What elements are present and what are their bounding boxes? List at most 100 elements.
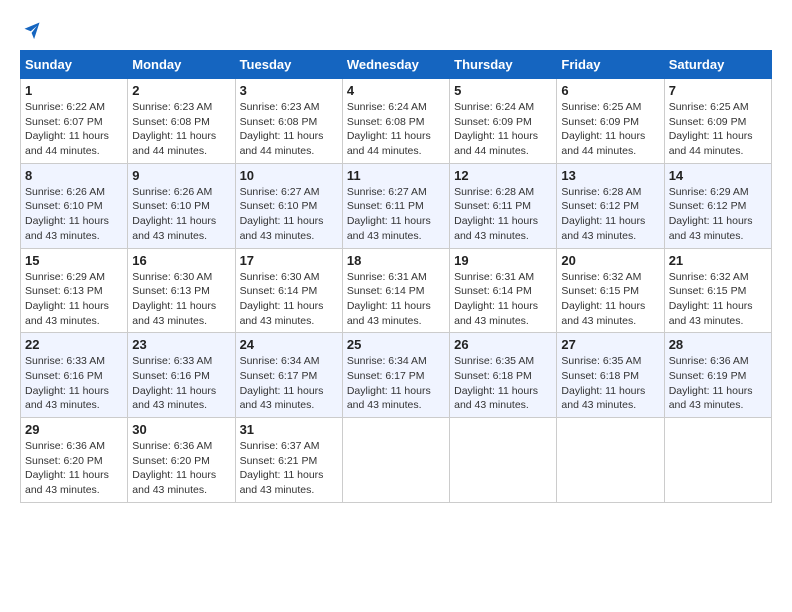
- daylight-label: Daylight: 11 hours and 43 minutes.: [669, 215, 753, 242]
- sunset-label: Sunset: 6:16 PM: [25, 370, 103, 382]
- day-number: 2: [132, 83, 230, 98]
- calendar-day-cell: 19 Sunrise: 6:31 AM Sunset: 6:14 PM Dayl…: [450, 248, 557, 333]
- day-info: Sunrise: 6:36 AM Sunset: 6:19 PM Dayligh…: [669, 354, 767, 413]
- day-number: 29: [25, 422, 123, 437]
- day-number: 27: [561, 337, 659, 352]
- daylight-label: Daylight: 11 hours and 43 minutes.: [132, 469, 216, 496]
- day-info: Sunrise: 6:31 AM Sunset: 6:14 PM Dayligh…: [454, 270, 552, 329]
- sunset-label: Sunset: 6:14 PM: [240, 285, 318, 297]
- day-info: Sunrise: 6:34 AM Sunset: 6:17 PM Dayligh…: [347, 354, 445, 413]
- sunset-label: Sunset: 6:20 PM: [132, 455, 210, 467]
- sunset-label: Sunset: 6:19 PM: [669, 370, 747, 382]
- sunrise-label: Sunrise: 6:23 AM: [132, 101, 212, 113]
- daylight-label: Daylight: 11 hours and 43 minutes.: [347, 385, 431, 412]
- sunrise-label: Sunrise: 6:31 AM: [454, 271, 534, 283]
- day-number: 3: [240, 83, 338, 98]
- sunset-label: Sunset: 6:09 PM: [561, 116, 639, 128]
- sunrise-label: Sunrise: 6:29 AM: [25, 271, 105, 283]
- empty-calendar-cell: [664, 418, 771, 503]
- day-info: Sunrise: 6:30 AM Sunset: 6:14 PM Dayligh…: [240, 270, 338, 329]
- day-number: 16: [132, 253, 230, 268]
- day-number: 14: [669, 168, 767, 183]
- daylight-label: Daylight: 11 hours and 43 minutes.: [454, 385, 538, 412]
- sunset-label: Sunset: 6:09 PM: [454, 116, 532, 128]
- sunrise-label: Sunrise: 6:24 AM: [347, 101, 427, 113]
- sunrise-label: Sunrise: 6:34 AM: [347, 355, 427, 367]
- sunrise-label: Sunrise: 6:27 AM: [240, 186, 320, 198]
- day-number: 19: [454, 253, 552, 268]
- sunset-label: Sunset: 6:14 PM: [454, 285, 532, 297]
- calendar-day-cell: 20 Sunrise: 6:32 AM Sunset: 6:15 PM Dayl…: [557, 248, 664, 333]
- calendar-day-cell: 30 Sunrise: 6:36 AM Sunset: 6:20 PM Dayl…: [128, 418, 235, 503]
- calendar-week-row: 8 Sunrise: 6:26 AM Sunset: 6:10 PM Dayli…: [21, 163, 772, 248]
- daylight-label: Daylight: 11 hours and 43 minutes.: [240, 300, 324, 327]
- calendar-header-row: SundayMondayTuesdayWednesdayThursdayFrid…: [21, 51, 772, 79]
- calendar-day-cell: 28 Sunrise: 6:36 AM Sunset: 6:19 PM Dayl…: [664, 333, 771, 418]
- daylight-label: Daylight: 11 hours and 43 minutes.: [25, 385, 109, 412]
- sunrise-label: Sunrise: 6:23 AM: [240, 101, 320, 113]
- day-number: 7: [669, 83, 767, 98]
- daylight-label: Daylight: 11 hours and 43 minutes.: [454, 300, 538, 327]
- day-number: 21: [669, 253, 767, 268]
- day-number: 11: [347, 168, 445, 183]
- daylight-label: Daylight: 11 hours and 43 minutes.: [25, 215, 109, 242]
- daylight-label: Daylight: 11 hours and 43 minutes.: [240, 385, 324, 412]
- sunrise-label: Sunrise: 6:31 AM: [347, 271, 427, 283]
- daylight-label: Daylight: 11 hours and 44 minutes.: [347, 130, 431, 157]
- calendar-day-cell: 6 Sunrise: 6:25 AM Sunset: 6:09 PM Dayli…: [557, 79, 664, 164]
- day-number: 13: [561, 168, 659, 183]
- calendar-week-row: 1 Sunrise: 6:22 AM Sunset: 6:07 PM Dayli…: [21, 79, 772, 164]
- calendar-day-cell: 18 Sunrise: 6:31 AM Sunset: 6:14 PM Dayl…: [342, 248, 449, 333]
- daylight-label: Daylight: 11 hours and 44 minutes.: [25, 130, 109, 157]
- sunset-label: Sunset: 6:07 PM: [25, 116, 103, 128]
- day-info: Sunrise: 6:23 AM Sunset: 6:08 PM Dayligh…: [132, 100, 230, 159]
- daylight-label: Daylight: 11 hours and 44 minutes.: [132, 130, 216, 157]
- sunset-label: Sunset: 6:12 PM: [561, 200, 639, 212]
- sunset-label: Sunset: 6:21 PM: [240, 455, 318, 467]
- day-number: 31: [240, 422, 338, 437]
- day-info: Sunrise: 6:27 AM Sunset: 6:10 PM Dayligh…: [240, 185, 338, 244]
- sunrise-label: Sunrise: 6:36 AM: [669, 355, 749, 367]
- daylight-label: Daylight: 11 hours and 43 minutes.: [25, 300, 109, 327]
- sunset-label: Sunset: 6:12 PM: [669, 200, 747, 212]
- sunrise-label: Sunrise: 6:26 AM: [132, 186, 212, 198]
- calendar-day-header: Wednesday: [342, 51, 449, 79]
- calendar-day-header: Saturday: [664, 51, 771, 79]
- daylight-label: Daylight: 11 hours and 43 minutes.: [561, 385, 645, 412]
- sunrise-label: Sunrise: 6:35 AM: [454, 355, 534, 367]
- day-info: Sunrise: 6:28 AM Sunset: 6:11 PM Dayligh…: [454, 185, 552, 244]
- calendar-day-cell: 15 Sunrise: 6:29 AM Sunset: 6:13 PM Dayl…: [21, 248, 128, 333]
- calendar-day-header: Tuesday: [235, 51, 342, 79]
- calendar-day-cell: 2 Sunrise: 6:23 AM Sunset: 6:08 PM Dayli…: [128, 79, 235, 164]
- sunset-label: Sunset: 6:08 PM: [132, 116, 210, 128]
- calendar-day-cell: 4 Sunrise: 6:24 AM Sunset: 6:08 PM Dayli…: [342, 79, 449, 164]
- empty-calendar-cell: [342, 418, 449, 503]
- sunset-label: Sunset: 6:15 PM: [669, 285, 747, 297]
- calendar-day-cell: 27 Sunrise: 6:35 AM Sunset: 6:18 PM Dayl…: [557, 333, 664, 418]
- logo: [20, 20, 42, 40]
- daylight-label: Daylight: 11 hours and 44 minutes.: [240, 130, 324, 157]
- sunrise-label: Sunrise: 6:36 AM: [25, 440, 105, 452]
- day-info: Sunrise: 6:29 AM Sunset: 6:12 PM Dayligh…: [669, 185, 767, 244]
- day-info: Sunrise: 6:24 AM Sunset: 6:08 PM Dayligh…: [347, 100, 445, 159]
- day-number: 5: [454, 83, 552, 98]
- empty-calendar-cell: [557, 418, 664, 503]
- calendar-day-cell: 31 Sunrise: 6:37 AM Sunset: 6:21 PM Dayl…: [235, 418, 342, 503]
- calendar-day-cell: 24 Sunrise: 6:34 AM Sunset: 6:17 PM Dayl…: [235, 333, 342, 418]
- daylight-label: Daylight: 11 hours and 43 minutes.: [132, 215, 216, 242]
- sunrise-label: Sunrise: 6:22 AM: [25, 101, 105, 113]
- sunrise-label: Sunrise: 6:32 AM: [669, 271, 749, 283]
- day-info: Sunrise: 6:26 AM Sunset: 6:10 PM Dayligh…: [25, 185, 123, 244]
- daylight-label: Daylight: 11 hours and 43 minutes.: [347, 300, 431, 327]
- empty-calendar-cell: [450, 418, 557, 503]
- day-number: 25: [347, 337, 445, 352]
- sunset-label: Sunset: 6:08 PM: [240, 116, 318, 128]
- day-number: 28: [669, 337, 767, 352]
- daylight-label: Daylight: 11 hours and 43 minutes.: [454, 215, 538, 242]
- sunrise-label: Sunrise: 6:32 AM: [561, 271, 641, 283]
- sunrise-label: Sunrise: 6:36 AM: [132, 440, 212, 452]
- day-info: Sunrise: 6:32 AM Sunset: 6:15 PM Dayligh…: [561, 270, 659, 329]
- day-number: 8: [25, 168, 123, 183]
- day-info: Sunrise: 6:26 AM Sunset: 6:10 PM Dayligh…: [132, 185, 230, 244]
- sunrise-label: Sunrise: 6:26 AM: [25, 186, 105, 198]
